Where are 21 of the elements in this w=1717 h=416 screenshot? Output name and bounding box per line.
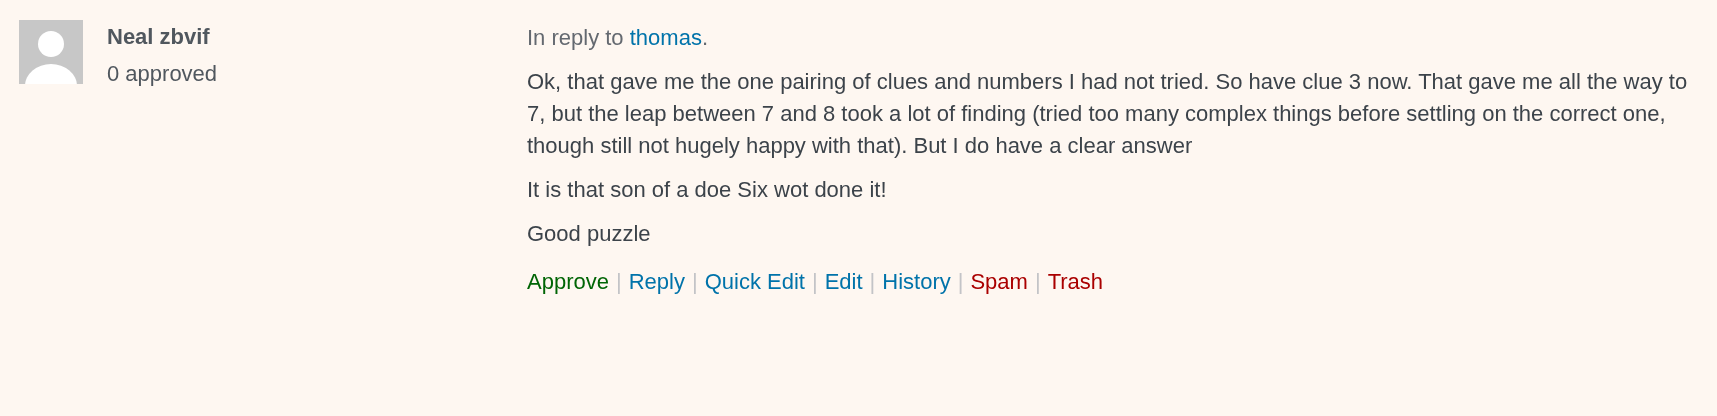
action-link[interactable]: Edit — [824, 266, 863, 298]
author-name: Neal zbvif — [107, 23, 211, 51]
separator: | — [868, 268, 877, 296]
action-link[interactable]: Reply — [628, 266, 685, 298]
action-link[interactable]: Spam — [970, 266, 1028, 298]
action-link[interactable]: Quick Edit — [704, 266, 805, 298]
separator: | — [614, 268, 623, 296]
action-link[interactable]: History — [882, 266, 951, 298]
separator: | — [1033, 268, 1042, 296]
action-link[interactable]: Trash — [1047, 266, 1104, 298]
avatar — [19, 20, 83, 84]
comment-paragraph: Ok, that gave me the one pairing of clues and numbers I had not tried. So have clue 3 now. That gave me all the way to 7, but the leap between 7 and 8 took a lot of finding (tried too many complex things before settling on the correct one, though still not hugely happy with that). But I do have a clear answer — [527, 68, 1689, 160]
action-link[interactable]: Approve — [527, 266, 609, 298]
author-link[interactable]: thomas — [629, 25, 702, 50]
separator: | — [956, 268, 965, 296]
reply-to-label: In reply to thomas. — [527, 24, 708, 52]
comment-paragraph: It is that son of a doe Six wot done it! — [527, 176, 888, 204]
comment-paragraph: Good puzzle — [527, 220, 652, 248]
separator: | — [810, 268, 819, 296]
approved-count: 0 approved — [107, 60, 218, 88]
separator: | — [690, 268, 699, 296]
